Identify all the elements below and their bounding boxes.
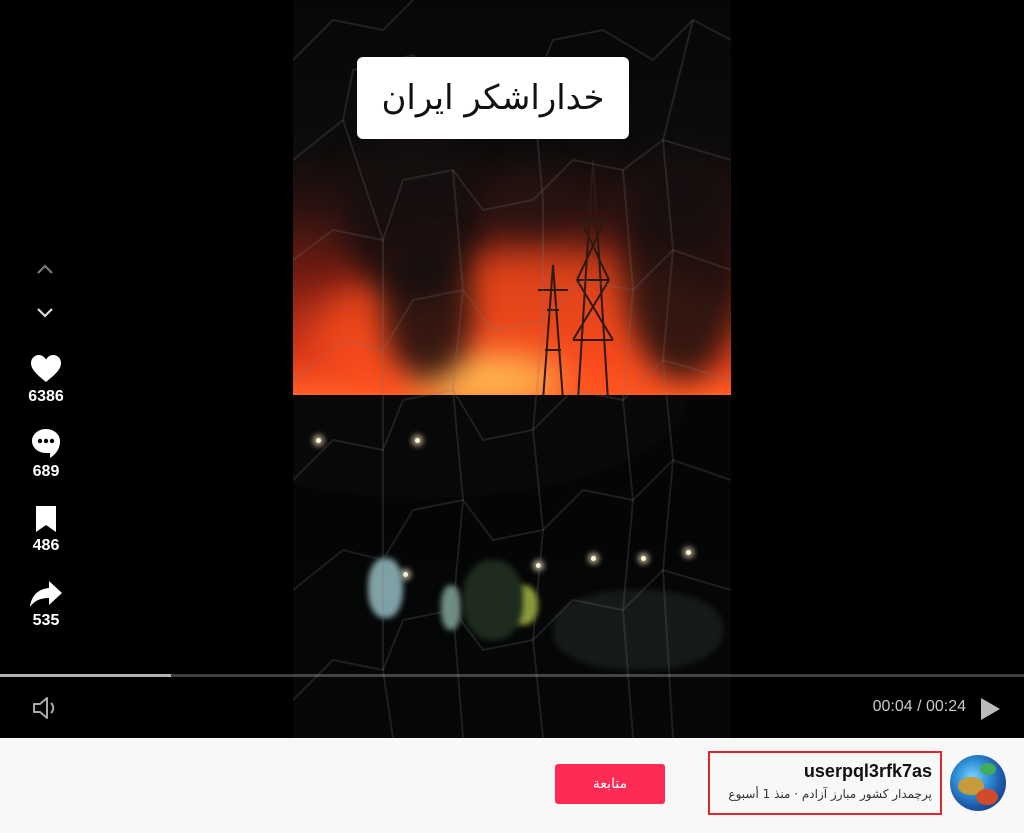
comment-bubble-icon [32,429,60,458]
comment-count: 689 [32,463,60,480]
bookmark-icon [36,506,56,532]
video-player[interactable]: خداراشکر ایران 6386 689 486 535 00:04 / … [0,0,1024,738]
save-count: 486 [32,537,60,554]
author-bio-timestamp: پرچمدار کشور مبارز آزادم · منذ 1 أسبوع [728,787,932,801]
avatar[interactable] [950,755,1006,811]
share-button[interactable]: 535 [20,580,72,630]
like-button[interactable]: 6386 [20,354,72,406]
video-progress-fill [0,674,171,677]
video-info-footer: متابعة userpql3rfk7as پرچمدار کشور مبارز… [0,738,1024,833]
speaker-icon [33,697,55,719]
like-count: 6386 [28,388,64,405]
author-username[interactable]: userpql3rfk7as [718,761,932,782]
avatar-land [976,789,998,805]
comment-button[interactable]: 689 [20,427,72,481]
video-progress-bar[interactable] [0,674,1024,677]
share-arrow-icon [30,581,62,607]
video-time: 00:04 / 00:24 [872,698,966,715]
follow-button[interactable]: متابعة [555,764,665,804]
play-icon [981,698,1000,720]
next-video-button[interactable] [35,306,55,322]
avatar-land [980,763,996,775]
author-info[interactable]: userpql3rfk7as پرچمدار کشور مبارز آزادم … [708,751,942,815]
share-count: 535 [32,612,60,629]
chevron-up-icon [37,264,53,274]
chevron-down-icon [37,308,53,318]
save-button[interactable]: 486 [20,505,72,555]
play-button[interactable] [978,696,1002,722]
video-caption: خداراشکر ایران [357,57,629,139]
previous-video-button[interactable] [35,262,55,278]
heart-icon [31,355,61,382]
volume-button[interactable] [32,697,60,719]
